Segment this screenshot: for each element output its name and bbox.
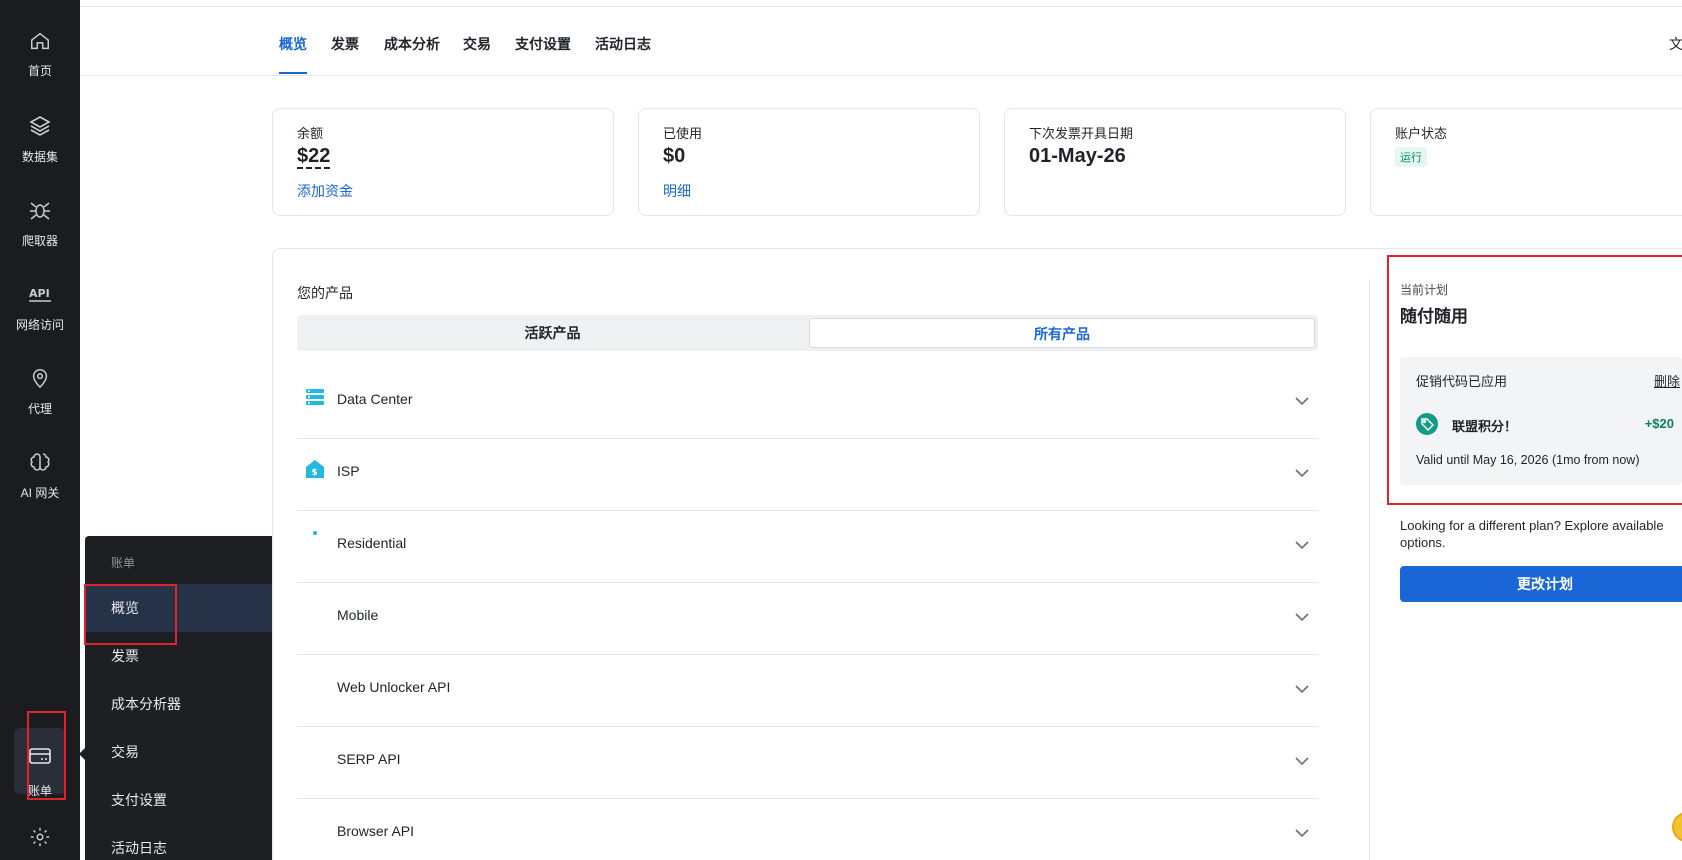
promo-applied-title: 促销代码已应用 — [1416, 374, 1508, 389]
segment-active-products[interactable]: 活跃产品 — [300, 318, 805, 348]
promo-name: 联盟积分！ — [1452, 419, 1518, 434]
explore-plans-text: Looking for a different plan? Explore av… — [1400, 518, 1664, 550]
balance-value: $22 — [297, 145, 331, 169]
rail-item-home[interactable]: 首页 — [0, 30, 80, 79]
next-invoice-card: 下次发票开具日期 01-May-26 — [1004, 108, 1346, 216]
current-plan-name: 随付随用 — [1400, 307, 1468, 326]
rail-item-label: 首页 — [27, 64, 52, 78]
product-name: Browser API — [337, 823, 415, 839]
rail-item-billing-label-wrap: 账单 — [0, 782, 80, 799]
product-name: Residential — [337, 535, 407, 551]
rail-item-web-access[interactable]: API 网络访问 — [0, 282, 80, 333]
add-funds-link[interactable]: 添加资金 — [297, 181, 353, 201]
server-stack-icon — [306, 389, 324, 405]
product-row-browser-api[interactable]: Browser API — [297, 799, 1318, 860]
active-tab-indicator — [279, 72, 307, 74]
rail-item-label: 代理 — [27, 402, 52, 416]
api-icon: API — [29, 287, 51, 302]
brain-icon — [30, 453, 50, 471]
product-filter-segmented: 活跃产品 所有产品 — [297, 315, 1318, 351]
rail-item-label: 数据集 — [21, 150, 58, 164]
svg-text:API: API — [29, 287, 50, 300]
details-link[interactable]: 明细 — [663, 181, 691, 201]
isp-house-icon: $ — [306, 460, 324, 478]
product-row-isp[interactable]: $ ISP — [297, 439, 1318, 511]
rail-item-label: 爬取器 — [21, 234, 58, 248]
chevron-down-icon[interactable] — [1294, 537, 1310, 553]
segment-all-products[interactable]: 所有产品 — [809, 318, 1315, 348]
billing-tabs: 概览 发票 成本分析 交易 支付设置 活动日志 — [80, 0, 1682, 76]
credit-card-icon — [29, 748, 51, 764]
promo-amount: +$20 — [1644, 416, 1674, 431]
tab-cost-analysis[interactable]: 成本分析 — [384, 34, 440, 54]
chevron-down-icon[interactable] — [1294, 609, 1310, 625]
current-plan-label: 当前计划 — [1400, 283, 1449, 297]
rail-item-datasets[interactable]: 数据集 — [0, 114, 80, 165]
next-invoice-date: 01-May-26 — [1029, 145, 1126, 167]
promo-valid-until: Valid until May 16, 2026 (1mo from now) — [1416, 453, 1640, 467]
balance-title: 余额 — [297, 126, 324, 141]
rail-item-label: AI 网关 — [20, 486, 60, 500]
tab-payment-settings[interactable]: 支付设置 — [515, 34, 571, 54]
promo-code-box: 促销代码已应用 删除 联盟积分！ +$20 Valid until May 16… — [1400, 357, 1682, 485]
change-plan-button[interactable]: 更改计划 — [1400, 566, 1682, 602]
product-name: Web Unlocker API — [337, 679, 451, 695]
tab-invoices[interactable]: 发票 — [331, 34, 359, 54]
next-invoice-title: 下次发票开具日期 — [1029, 126, 1134, 141]
used-card: 已使用 $0 明细 — [638, 108, 980, 216]
rail-item-proxy[interactable]: 代理 — [0, 366, 80, 417]
products-panel: 您的产品 活跃产品 所有产品 Data Center $ ISP Residen… — [272, 248, 1682, 860]
panel-divider — [1369, 279, 1370, 860]
rail-item-label: 账单 — [27, 784, 52, 798]
product-row-residential[interactable]: Residential — [297, 511, 1318, 583]
flyout-heading: 账单 — [111, 556, 136, 570]
rail-item-ai-gateway[interactable]: AI 网关 — [0, 450, 80, 501]
used-value: $0 — [663, 145, 686, 167]
product-name: ISP — [337, 463, 360, 479]
product-row-mobile[interactable]: Mobile — [297, 583, 1318, 655]
layers-icon — [29, 116, 51, 136]
svg-text:$: $ — [312, 468, 318, 478]
status-badge: 运行 — [1395, 147, 1427, 167]
chevron-down-icon[interactable] — [1294, 465, 1310, 481]
chevron-down-icon[interactable] — [1294, 681, 1310, 697]
home-icon — [31, 32, 49, 50]
products-title: 您的产品 — [297, 285, 353, 301]
promo-delete-link[interactable]: 删除 — [1654, 371, 1682, 390]
balance-card: 余额 $22 添加资金 — [272, 108, 614, 216]
product-row-serp-api[interactable]: SERP API — [297, 727, 1318, 799]
tab-transactions[interactable]: 交易 — [463, 34, 491, 54]
chevron-down-icon[interactable] — [1294, 753, 1310, 769]
spider-icon — [30, 202, 50, 220]
top-right-cut-text[interactable]: 文 — [1669, 34, 1682, 54]
tag-icon — [1416, 413, 1438, 435]
location-pin-icon — [32, 369, 48, 389]
product-name: Mobile — [337, 607, 379, 623]
tab-activity-log[interactable]: 活动日志 — [595, 34, 651, 54]
rail-item-label: 网络访问 — [15, 318, 64, 332]
gear-icon — [30, 827, 50, 847]
product-name: Data Center — [337, 391, 413, 407]
product-row-data-center[interactable]: Data Center — [297, 367, 1318, 439]
residential-icon — [313, 531, 317, 535]
product-row-web-unlocker[interactable]: Web Unlocker API — [297, 655, 1318, 727]
account-status-card: 账户状态 运行 — [1370, 108, 1682, 216]
app-root: { "rail": { "items": [ {"label": "首页", "… — [0, 0, 1682, 860]
product-name: SERP API — [337, 751, 401, 767]
tab-overview[interactable]: 概览 — [279, 34, 307, 54]
rail-item-scrapers[interactable]: 爬取器 — [0, 198, 80, 249]
chevron-down-icon[interactable] — [1294, 825, 1310, 841]
left-nav-rail: 首页 数据集 爬取器 API 网络访问 代理 AI 网关 账单 — [0, 0, 80, 860]
chevron-down-icon[interactable] — [1294, 393, 1310, 409]
rail-item-settings[interactable] — [0, 826, 80, 848]
used-title: 已使用 — [663, 126, 703, 141]
account-status-title: 账户状态 — [1395, 126, 1448, 141]
